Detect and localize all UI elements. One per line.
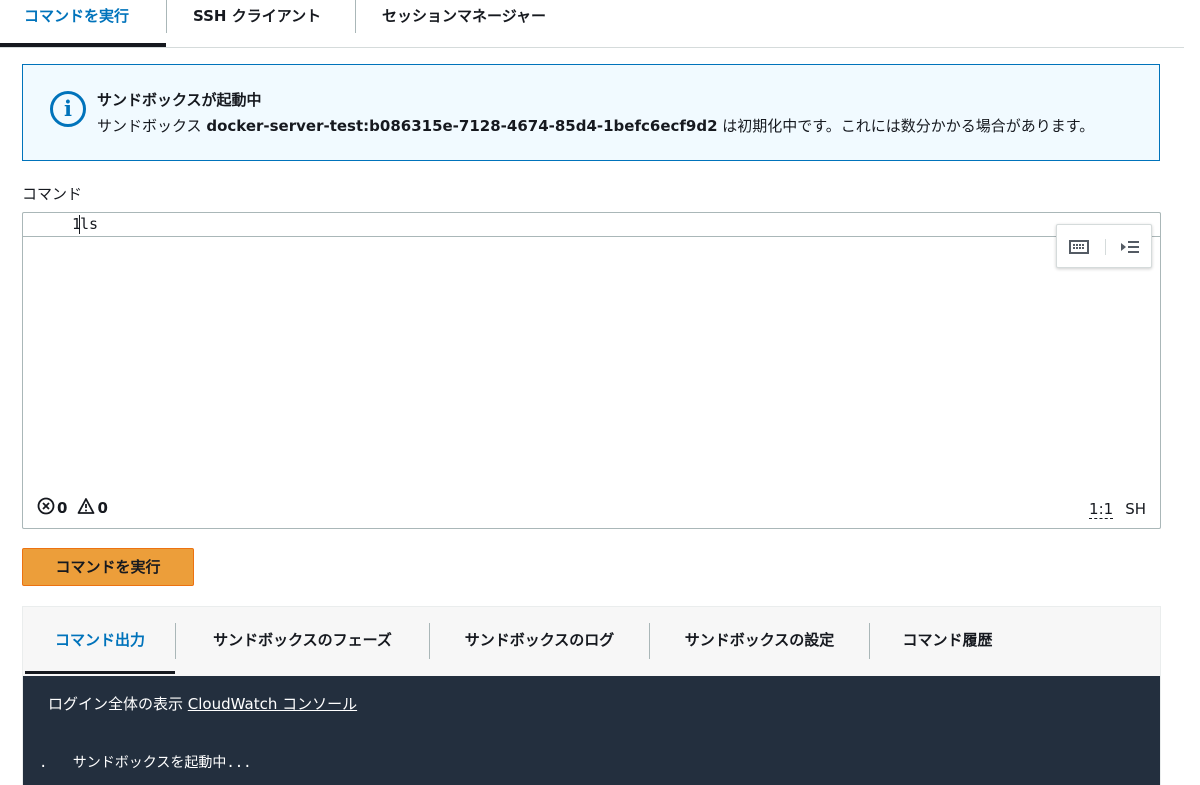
- editor-diagnostics: 0 0: [37, 497, 108, 519]
- line-text[interactable]: ls: [80, 215, 98, 233]
- tab-command-output[interactable]: コマンド出力: [25, 607, 175, 675]
- toolbar-divider: [1105, 239, 1106, 255]
- tab-divider: [166, 0, 167, 33]
- banner-message-prefix: サンドボックス: [97, 117, 207, 135]
- active-tab-indicator: [0, 43, 166, 47]
- tab-session-manager[interactable]: セッションマネージャー: [382, 0, 546, 48]
- editor-status: 1:1 SH: [1089, 500, 1146, 519]
- warning-count: 0: [97, 499, 108, 517]
- error-count: 0: [57, 499, 68, 517]
- line-number: 1: [71, 215, 81, 233]
- active-tab-indicator: [25, 671, 175, 674]
- cloudwatch-link[interactable]: CloudWatch コンソール: [188, 695, 357, 713]
- output-panel: コマンド出力 サンドボックスのフェーズ サンドボックスのログ サンドボックスの設…: [22, 606, 1161, 785]
- tab-sandbox-logs[interactable]: サンドボックスのログ: [430, 607, 649, 675]
- top-tab-bar: コマンドを実行 SSH クライアント セッションマネージャー: [0, 0, 1184, 48]
- status-bullet: .: [39, 755, 48, 771]
- keyboard-icon[interactable]: [1067, 235, 1091, 259]
- tab-sandbox-settings[interactable]: サンドボックスの設定: [650, 607, 869, 675]
- console-status-line: . サンドボックスを起動中...: [39, 752, 252, 772]
- console-output: ログイン全体の表示 CloudWatch コンソール . サンドボックスを起動中…: [23, 676, 1160, 785]
- banner-message: サンドボックス docker-server-test:b086315e-7128…: [97, 115, 1094, 136]
- sandbox-id: docker-server-test:b086315e-7128-4674-85…: [206, 117, 718, 135]
- console-log-line: ログイン全体の表示 CloudWatch コンソール: [48, 693, 357, 714]
- language-mode: SH: [1125, 500, 1146, 518]
- error-icon: [37, 497, 55, 519]
- editor-toolbar: [1056, 224, 1152, 268]
- banner-title: サンドボックスが起動中: [97, 91, 262, 109]
- warning-icon: [77, 497, 95, 519]
- tab-command-history[interactable]: コマンド履歴: [870, 607, 1025, 675]
- banner-message-suffix: は初期化中です。これには数分かかる場合があります。: [717, 117, 1095, 135]
- command-editor[interactable]: 1 ls 0 0 1:1 SH: [22, 212, 1161, 529]
- log-prefix: ログイン全体の表示: [48, 695, 188, 713]
- tab-run-command[interactable]: コマンドを実行: [24, 0, 129, 48]
- command-label: コマンド: [22, 185, 83, 203]
- status-text: サンドボックスを起動中...: [72, 755, 252, 771]
- editor-line[interactable]: 1 ls: [23, 213, 1160, 237]
- info-icon: i: [50, 91, 86, 127]
- tab-sandbox-phases[interactable]: サンドボックスのフェーズ: [176, 607, 429, 675]
- cursor-position[interactable]: 1:1: [1089, 500, 1114, 519]
- run-command-button[interactable]: コマンドを実行: [22, 548, 194, 586]
- tab-divider: [355, 0, 356, 33]
- info-banner: i サンドボックスが起動中 サンドボックス docker-server-test…: [22, 64, 1160, 161]
- tab-ssh-client[interactable]: SSH クライアント: [193, 0, 321, 48]
- indent-icon[interactable]: [1118, 235, 1142, 259]
